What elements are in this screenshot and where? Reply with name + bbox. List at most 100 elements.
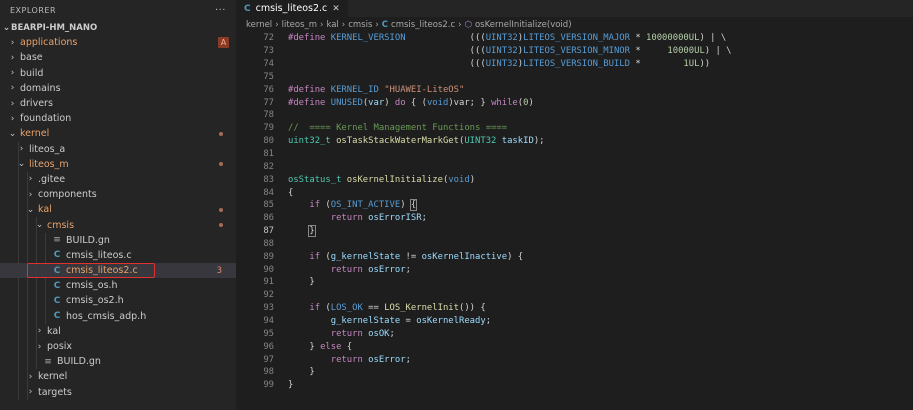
line-number: 86 [263, 213, 274, 224]
code-token: ; [485, 315, 492, 326]
tree-item-label: domains [20, 82, 61, 94]
tree-item[interactable]: › domains [0, 81, 236, 96]
line-number: 94 [263, 315, 274, 326]
code-token: { [288, 187, 294, 198]
tab-bar: C cmsis_liteos2.c ✕ [236, 0, 913, 17]
indent-guide [18, 156, 19, 172]
code-line[interactable]: 93 if (LOS_OK == LOS_KernelInit()) { [236, 302, 913, 315]
code-line[interactable]: 74 (((UINT32)LITEOS_VERSION_BUILD * 1UL)… [236, 58, 913, 71]
code-token: 10000UL [667, 46, 705, 57]
close-icon[interactable]: ✕ [332, 4, 340, 14]
code-token: } [288, 367, 315, 378]
tree-item[interactable]: › foundation [0, 111, 236, 126]
tree-item[interactable]: ⌄ cmsis [0, 217, 236, 233]
indent-guide [18, 323, 19, 339]
tree-item[interactable]: ≡ BUILD.gn [0, 232, 236, 248]
tree-item-label: drivers [20, 98, 53, 110]
indent-guide [27, 202, 28, 218]
code-line[interactable]: 75 [236, 71, 913, 84]
tree-item[interactable]: › components [0, 187, 236, 203]
line-number: 95 [263, 328, 274, 339]
code-line[interactable]: 82 [236, 160, 913, 173]
tree-item[interactable]: › posix [0, 338, 236, 355]
code-line[interactable]: 72 #define KERNEL_VERSION (((UINT32)LITEO… [236, 32, 913, 45]
breadcrumb-item[interactable]: cmsis [348, 20, 372, 30]
breadcrumb-item[interactable]: kal [326, 20, 338, 30]
code-line[interactable]: 87 } [236, 225, 913, 238]
tree-item-label: kal [47, 325, 61, 337]
tree-item[interactable]: › drivers [0, 96, 236, 111]
tree-item[interactable]: Ccmsis_os2.h [0, 293, 236, 309]
tree-item[interactable]: › targets [0, 384, 236, 400]
code-line[interactable]: 91 } [236, 276, 913, 289]
code-line[interactable]: 84 { [236, 186, 913, 199]
tree-item[interactable]: Ccmsis_liteos.c [0, 247, 236, 263]
tree-item[interactable]: Chos_cmsis_adp.h [0, 308, 236, 324]
code-token: osKernelReady [416, 315, 486, 326]
line-number: 76 [263, 84, 274, 95]
code-token: ; [421, 213, 427, 224]
code-line[interactable]: 88 [236, 238, 913, 251]
code-token: osKernelInitialize [346, 174, 443, 185]
code-line[interactable]: 95 return osOK; [236, 327, 913, 340]
line-number: 77 [263, 97, 274, 108]
breadcrumb-symbol[interactable]: osKernelInitialize(void) [475, 20, 572, 30]
tree-item[interactable]: ⌄ liteos_m [0, 156, 236, 172]
code-line[interactable]: 90 return osError; [236, 263, 913, 276]
code-text: if (OS_INT_ACTIVE) { [288, 199, 418, 212]
code-text: return osOK; [288, 329, 395, 339]
tree-item[interactable]: Ccmsis_os.h [0, 278, 236, 294]
code-line[interactable]: 94 g_kernelState = osKernelReady; [236, 315, 913, 328]
code-line[interactable]: 97 return osError; [236, 353, 913, 366]
code-line[interactable]: 78 [236, 109, 913, 122]
tree-item[interactable]: › liteos_a [0, 141, 236, 157]
tree-item[interactable]: › kal [0, 323, 236, 339]
tree-item[interactable]: › .gitee [0, 171, 236, 188]
code-line[interactable]: 76 #define KERNEL_ID "HUAWEI-LiteOS" [236, 83, 913, 96]
code-line[interactable]: 80 uint32_t osTaskStackWaterMarkGet(UINT3… [236, 135, 913, 148]
tree-item-label: foundation [20, 113, 72, 125]
chevron-right-icon: › [10, 113, 15, 124]
more-actions-icon[interactable]: ··· [215, 5, 226, 16]
line-number: 98 [263, 367, 274, 378]
code-line[interactable]: 98 } [236, 366, 913, 379]
code-line[interactable]: 81 [236, 148, 913, 161]
code-line[interactable]: 79 // ==== Kernel Management Functions ==… [236, 122, 913, 135]
breadcrumb-item[interactable]: kernel [246, 20, 272, 30]
c-file-icon: C [244, 3, 251, 14]
code-text: (((UINT32)LITEOS_VERSION_MINOR * 10000UL… [288, 46, 732, 56]
code-line[interactable]: 86 return osErrorISR; [236, 212, 913, 225]
tree-item[interactable]: › applications A [0, 35, 236, 50]
code-token: } [288, 277, 315, 288]
code-line[interactable]: 99} [236, 379, 913, 392]
code-line[interactable]: 85 if (OS_INT_ACTIVE) { [236, 199, 913, 212]
project-root[interactable]: ⌄ BEARPI-HM_NANO [0, 20, 236, 35]
code-line[interactable]: 73 (((UINT32)LITEOS_VERSION_MINOR * 1000… [236, 45, 913, 58]
tree-item[interactable]: › kernel [0, 369, 236, 385]
code-token: "HUAWEI-LiteOS" [384, 84, 465, 95]
code-view[interactable]: 72 #define KERNEL_VERSION (((UINT32)LITEO… [236, 32, 913, 392]
tab-cmsis-liteos2[interactable]: C cmsis_liteos2.c ✕ [236, 0, 348, 17]
tree-item[interactable]: › build [0, 66, 236, 81]
tree-item[interactable]: › base [0, 50, 236, 65]
breadcrumb-file[interactable]: cmsis_liteos2.c [391, 20, 455, 30]
c-file-icon: C [53, 295, 61, 306]
code-line[interactable]: 83 osStatus_t osKernelInitialize(void) [236, 173, 913, 186]
tree-item-label: liteos_m [29, 158, 69, 170]
code-line[interactable]: 77 #define UNUSED(var) do { (void)var; } … [236, 96, 913, 109]
explorer-header: EXPLORER ··· [0, 0, 236, 20]
breadcrumb-item[interactable]: liteos_m [282, 20, 317, 30]
line-number: 91 [263, 277, 274, 288]
tree-item[interactable]: ⌄ kernel [0, 126, 236, 141]
code-line[interactable]: 96 } else { [236, 340, 913, 353]
tree-item[interactable]: ⌄ kal [0, 202, 236, 218]
tree-item[interactable]: ≡ BUILD.gn [0, 354, 236, 370]
code-token: ((( [405, 33, 486, 44]
chevron-right-icon: › [10, 98, 15, 109]
code-token: ; [389, 328, 395, 339]
tree-item[interactable]: Ccmsis_liteos2.c 3 [0, 263, 236, 279]
code-line[interactable]: 89 if (g_kernelState != osKernelInactive… [236, 250, 913, 263]
code-line[interactable]: 92 [236, 289, 913, 302]
matched-bracket: { [409, 199, 418, 212]
indent-guide [27, 187, 28, 203]
